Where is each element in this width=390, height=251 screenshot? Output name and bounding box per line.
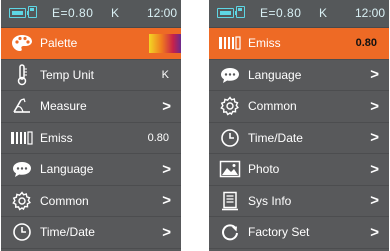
menu-item-label: Emiss (248, 36, 281, 51)
gear-icon (9, 190, 35, 212)
chat-bubble-icon (217, 64, 243, 86)
chevron-right-icon: > (370, 129, 379, 147)
menu-item-emiss[interactable]: Emiss 0.80 (1, 123, 181, 154)
menu-item-label: Time/Date (40, 225, 95, 240)
menu-item-value: 0.80 (147, 131, 169, 144)
menu-item-label: Emiss (40, 130, 73, 145)
chevron-right-icon: > (370, 160, 379, 178)
emissivity-icon (9, 127, 35, 149)
menu-item-value: K (161, 68, 169, 81)
menu-item-palette[interactable]: Palette (1, 28, 181, 60)
menu-item-label: Common (40, 193, 89, 208)
status-unit: K (319, 6, 328, 20)
screen-right: E=0.80 K 12:00 Emiss 0.80 Language > Com… (209, 0, 389, 251)
menu-item-emiss[interactable]: Emiss 0.80 (209, 28, 389, 60)
sd-card-icon (28, 6, 37, 18)
clock-icon (9, 221, 35, 243)
menu-item-photo[interactable]: Photo > (209, 154, 389, 186)
menu-item-label: Sys Info (248, 193, 292, 208)
menu-item-label: Temp Unit (40, 67, 95, 82)
chevron-right-icon: > (162, 97, 171, 115)
screen-left: E=0.80 K 12:00 Palette Temp Unit K Measu… (1, 0, 181, 251)
menu-item-label: Time/Date (248, 130, 303, 145)
menu-item-label: Language (40, 162, 94, 177)
menu-item-label: Photo (248, 162, 280, 177)
status-time: 12:00 (146, 6, 177, 20)
clock-icon (217, 127, 243, 149)
chevron-right-icon: > (162, 223, 171, 241)
status-bar: E=0.80 K 12:00 (1, 0, 181, 28)
chevron-right-icon: > (370, 66, 379, 84)
sd-card-icon (236, 6, 245, 18)
status-emissivity: E=0.80 (52, 6, 94, 20)
status-bar: E=0.80 K 12:00 (209, 0, 389, 28)
emissivity-icon (217, 32, 243, 54)
battery-icon (9, 8, 29, 18)
menu-item-label: Measure (40, 99, 87, 114)
measure-icon (9, 95, 35, 117)
chevron-right-icon: > (162, 192, 171, 210)
status-emissivity: E=0.80 (260, 6, 302, 20)
gear-icon (217, 95, 243, 117)
menu-item-temp-unit[interactable]: Temp Unit K (1, 60, 181, 91)
menu-item-language[interactable]: Language > (209, 60, 389, 91)
chevron-right-icon: > (162, 160, 171, 178)
chevron-right-icon: > (370, 192, 379, 210)
chat-bubble-icon (9, 158, 35, 180)
menu-item-label: Language (248, 67, 302, 82)
menu-item-common[interactable]: Common > (1, 186, 181, 217)
menu-item-label: Common (248, 99, 297, 114)
photo-icon (217, 158, 243, 180)
battery-icon (217, 8, 237, 18)
menu-item-label: Factory Set (248, 225, 310, 240)
menu-item-common[interactable]: Common > (209, 91, 389, 123)
chevron-right-icon: > (370, 97, 379, 115)
status-unit: K (111, 6, 120, 20)
menu-item-sys-info[interactable]: Sys Info > (209, 186, 389, 217)
menu-item-label: Palette (40, 36, 78, 51)
palette-gradient-swatch (149, 34, 181, 53)
document-icon (217, 190, 243, 212)
thermometer-icon (9, 64, 35, 86)
status-time: 12:00 (354, 6, 385, 20)
menu-item-time-date[interactable]: Time/Date > (209, 123, 389, 154)
menu-item-time-date[interactable]: Time/Date > (1, 217, 181, 249)
palette-icon (9, 32, 35, 54)
chevron-right-icon: > (370, 223, 379, 241)
reset-icon (217, 221, 243, 243)
menu-item-factory-set[interactable]: Factory Set > (209, 217, 389, 249)
menu-item-value: 0.80 (355, 37, 377, 50)
menu-item-language[interactable]: Language > (1, 154, 181, 186)
menu-item-measure[interactable]: Measure > (1, 91, 181, 123)
